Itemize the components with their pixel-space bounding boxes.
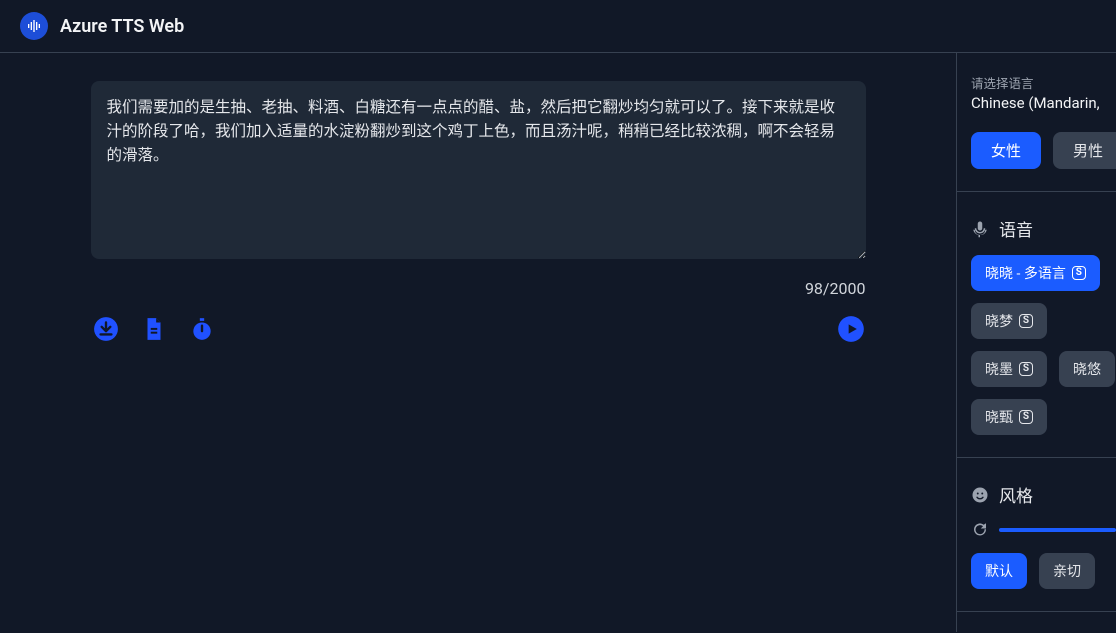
play-icon bbox=[837, 315, 865, 343]
app-title: Azure TTS Web bbox=[60, 16, 184, 37]
document-icon bbox=[141, 316, 167, 342]
slider-track[interactable] bbox=[999, 528, 1116, 532]
voice-section-label: 语音 bbox=[999, 216, 1033, 241]
document-button[interactable] bbox=[139, 314, 169, 344]
app-logo bbox=[20, 12, 48, 40]
stopwatch-icon bbox=[189, 316, 215, 342]
voice-badge: S bbox=[1019, 362, 1033, 376]
waveform-icon bbox=[26, 18, 42, 34]
gender-male-button[interactable]: 男性 bbox=[1053, 132, 1116, 169]
download-button[interactable] bbox=[91, 314, 121, 344]
voice-chip-xiaomo[interactable]: 晓墨 S bbox=[971, 351, 1047, 387]
language-label: 请选择语言 bbox=[971, 73, 1116, 92]
app-header: Azure TTS Web bbox=[0, 0, 1116, 53]
char-counter: 98/2000 bbox=[91, 279, 866, 298]
refresh-icon bbox=[971, 521, 989, 539]
face-icon bbox=[971, 486, 989, 504]
style-chip-friendly[interactable]: 亲切 bbox=[1039, 553, 1095, 589]
style-slider[interactable] bbox=[971, 521, 1116, 539]
timer-button[interactable] bbox=[187, 314, 217, 344]
gender-female-button[interactable]: 女性 bbox=[971, 132, 1041, 169]
text-input[interactable] bbox=[91, 81, 866, 259]
voice-chip-xiaozhen[interactable]: 晓甄 S bbox=[971, 399, 1047, 435]
play-button[interactable] bbox=[836, 314, 866, 344]
divider bbox=[957, 611, 1116, 612]
voice-chip-xiaoyou[interactable]: 晓悠 bbox=[1059, 351, 1115, 387]
voice-chip-label: 晓甄 bbox=[985, 407, 1013, 427]
voice-badge: S bbox=[1019, 314, 1033, 328]
voice-chip-label: 晓悠 bbox=[1073, 359, 1101, 379]
voice-chip-xiaomeng[interactable]: 晓梦 S bbox=[971, 303, 1047, 339]
language-select[interactable]: Chinese (Mandarin, bbox=[971, 94, 1116, 112]
divider bbox=[957, 191, 1116, 192]
divider bbox=[957, 457, 1116, 458]
microphone-icon bbox=[971, 220, 989, 238]
sidebar: 请选择语言 Chinese (Mandarin, 女性 男性 语音 晓晓 - 多… bbox=[956, 53, 1116, 632]
voice-section-header: 语音 bbox=[971, 216, 1116, 241]
style-section-header: 风格 bbox=[971, 482, 1116, 507]
action-bar bbox=[91, 314, 866, 344]
main-panel: 98/2000 bbox=[0, 53, 956, 632]
style-section-label: 风格 bbox=[999, 482, 1033, 507]
voice-chip-label: 晓晓 - 多语言 bbox=[985, 263, 1066, 283]
voice-badge: S bbox=[1019, 410, 1033, 424]
style-chip-default[interactable]: 默认 bbox=[971, 553, 1027, 589]
voice-chip-label: 晓墨 bbox=[985, 359, 1013, 379]
voice-chip-xiaoxiao[interactable]: 晓晓 - 多语言 S bbox=[971, 255, 1100, 291]
voice-badge: S bbox=[1072, 266, 1086, 280]
voice-chip-label: 晓梦 bbox=[985, 311, 1013, 331]
download-icon bbox=[93, 316, 119, 342]
